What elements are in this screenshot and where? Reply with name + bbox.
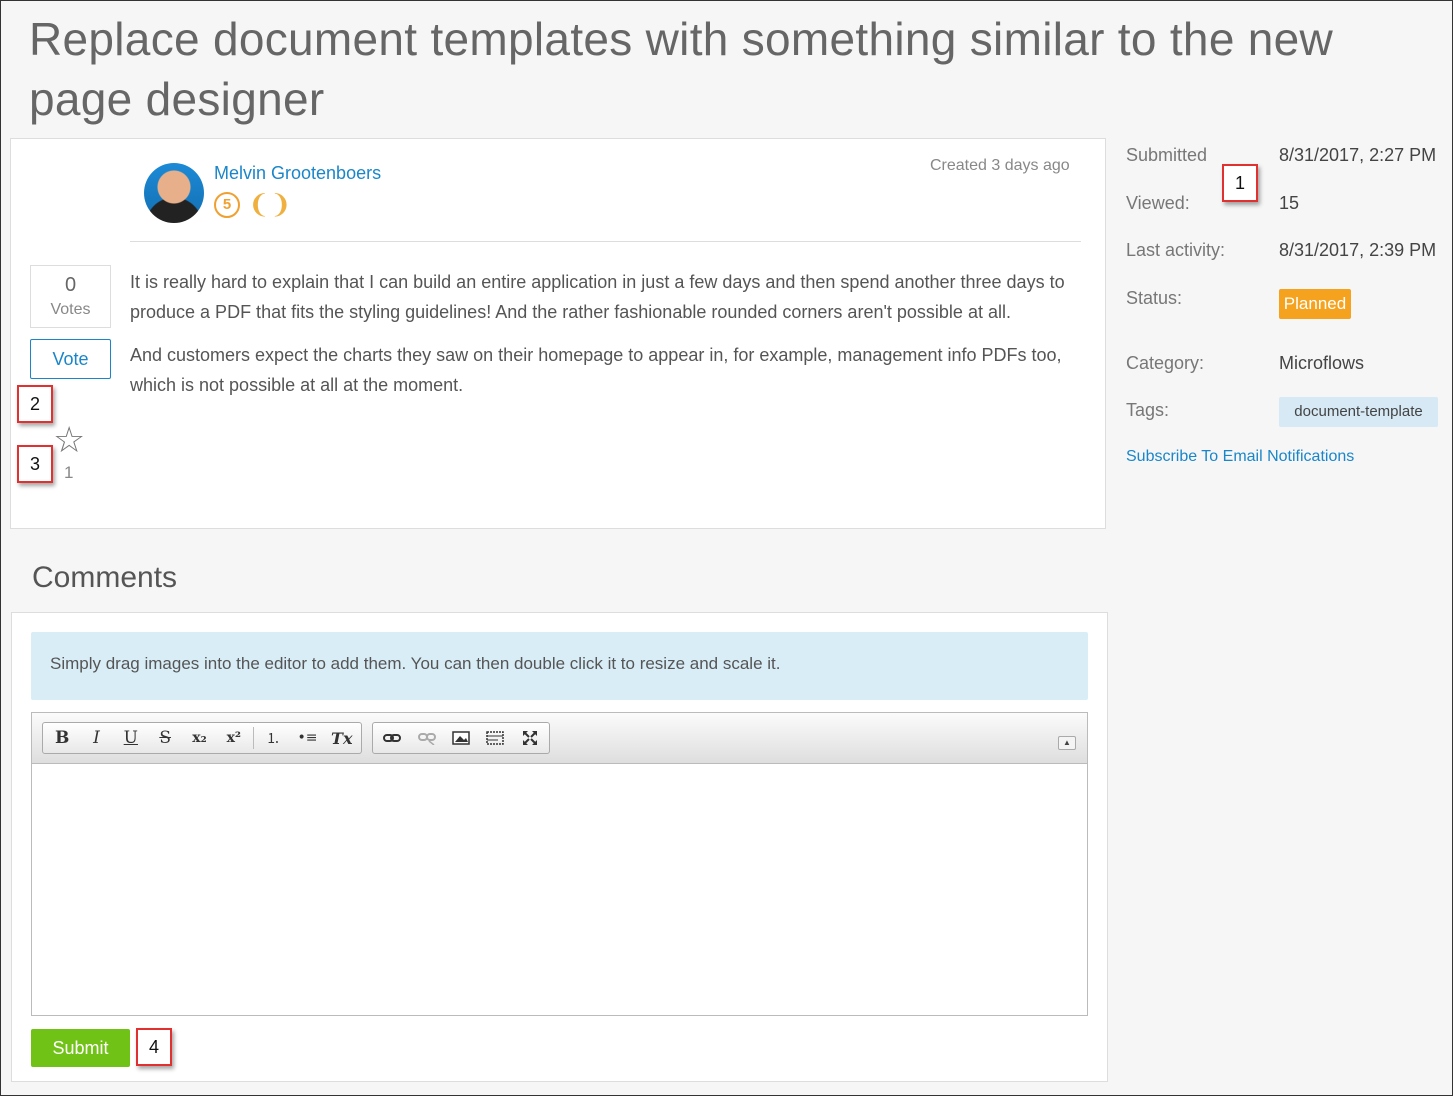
category-label: Category:: [1126, 353, 1205, 373]
submitted-label: Submitted: [1126, 145, 1208, 165]
author-link[interactable]: Melvin Grootenboers: [214, 163, 381, 184]
viewed-value: 15: [1279, 193, 1300, 213]
format-toolbar-group: B I U S x₂ x² ⒈ •≡ Tx: [42, 722, 362, 754]
underline-button[interactable]: U: [114, 724, 148, 752]
callout-3: 3: [17, 445, 53, 483]
comments-title: Comments: [32, 561, 178, 594]
toolbar-separator: [252, 727, 254, 749]
page-title: Replace document templates with somethin…: [29, 13, 1334, 125]
info-alert: Simply drag images into the editor to ad…: [31, 632, 1088, 700]
votes-count: 0: [64, 274, 77, 296]
image-icon: [452, 731, 470, 745]
editor-toolbar: B I U S x₂ x² ⒈ •≡ Tx ▲: [32, 713, 1087, 764]
remove-format-button[interactable]: Tx: [325, 724, 359, 752]
post-body: It is really hard to explain that I can …: [130, 267, 1085, 413]
created-time: Created 3 days ago: [930, 157, 1070, 174]
link-button[interactable]: [375, 724, 409, 752]
category-value: Microflows: [1279, 353, 1365, 373]
submitted-value: 8/31/2017, 2:27 PM: [1279, 145, 1437, 165]
maximize-button[interactable]: [513, 724, 547, 752]
collapse-toolbar-button[interactable]: ▲: [1058, 736, 1076, 750]
rank-badge: 5: [214, 192, 240, 218]
avatar[interactable]: [144, 163, 204, 223]
superscript-button[interactable]: x²: [217, 724, 251, 752]
favorites-count: 1: [64, 463, 74, 482]
divider: [130, 241, 1081, 242]
image-button[interactable]: [444, 724, 478, 752]
table-icon: [486, 731, 505, 745]
subscribe-link[interactable]: Subscribe To Email Notifications: [1126, 448, 1354, 466]
viewed-label: Viewed:: [1126, 193, 1190, 213]
vote-button[interactable]: Vote: [30, 339, 111, 379]
unlink-button[interactable]: [409, 724, 443, 752]
votes-box: 0 Votes: [30, 265, 111, 328]
bold-button[interactable]: B: [45, 724, 79, 752]
rich-text-editor: B I U S x₂ x² ⒈ •≡ Tx ▲: [31, 712, 1088, 1016]
subscript-button[interactable]: x₂: [182, 724, 216, 752]
last-activity-label: Last activity:: [1126, 240, 1226, 260]
table-button[interactable]: [478, 724, 512, 752]
laurel-icon: ❨❩: [248, 189, 292, 219]
status-label: Status:: [1126, 288, 1183, 308]
post-paragraph: And customers expect the charts they saw…: [130, 345, 1062, 395]
callout-2: 2: [17, 385, 53, 423]
status-badge: Planned: [1279, 289, 1351, 319]
link-icon: [383, 734, 402, 742]
comment-editor-area[interactable]: [32, 764, 1087, 1015]
unlink-icon: [417, 733, 436, 745]
strikethrough-button[interactable]: S: [148, 724, 182, 752]
tag-chip[interactable]: document-template: [1279, 397, 1438, 427]
last-activity-value: 8/31/2017, 2:39 PM: [1279, 240, 1437, 260]
insert-toolbar-group: [372, 722, 550, 754]
submit-button[interactable]: Submit: [31, 1029, 130, 1067]
star-icon[interactable]: ☆: [53, 421, 85, 459]
votes-label: Votes: [50, 301, 91, 318]
callout-1: 1: [1222, 164, 1258, 202]
tags-label: Tags:: [1126, 400, 1170, 420]
italic-button[interactable]: I: [79, 724, 113, 752]
post-paragraph: It is really hard to explain that I can …: [130, 272, 1065, 322]
bulleted-list-button[interactable]: •≡: [290, 724, 324, 752]
callout-4: 4: [136, 1028, 172, 1066]
numbered-list-button[interactable]: ⒈: [256, 724, 290, 752]
maximize-icon: [522, 731, 537, 745]
